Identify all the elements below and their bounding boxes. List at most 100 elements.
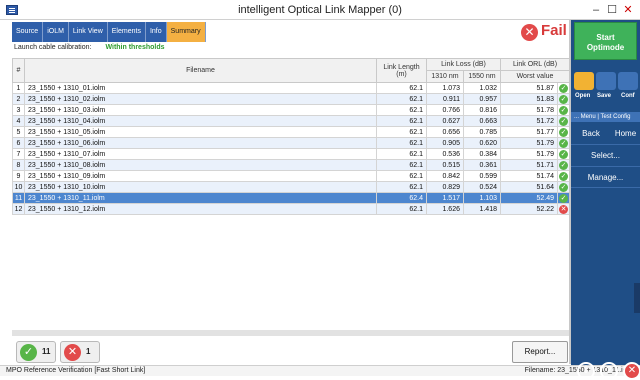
select-button[interactable]: Select... [571, 144, 640, 166]
header-filename[interactable]: Filename [24, 58, 377, 83]
header-loss-1550[interactable]: 1550 nm [463, 70, 501, 83]
calibration-label: Launch cable calibration: [14, 44, 92, 51]
manage-button[interactable]: Manage... [571, 166, 640, 188]
exit-icon[interactable]: ✕ [623, 362, 640, 380]
header-link-length[interactable]: Link Length (m) [376, 58, 427, 83]
header-index: # [12, 58, 25, 83]
check-circle-icon: ✓ [559, 149, 568, 159]
help-icon[interactable]: ? [600, 362, 618, 380]
fail-count-badge[interactable]: ✕ 1 [60, 341, 100, 363]
row-loss-1310: 0.627 [426, 115, 464, 127]
tab-link-view[interactable]: Link View [68, 22, 108, 42]
table-row[interactable]: 2 23_1550 + 1310_02.iolm 62.1 0.911 0.957 51.… [12, 93, 570, 105]
row-link-length: 62.1 [376, 137, 427, 149]
check-circle-icon: ✓ [559, 160, 568, 170]
table-row[interactable]: 6 23_1550 + 1310_06.iolm 62.1 0.905 0.620 51.… [12, 137, 570, 149]
row-loss-1310: 0.905 [426, 137, 464, 149]
row-status: ✓ [557, 115, 570, 127]
calibration-value: Within thresholds [105, 44, 165, 51]
row-orl-worst: 52.49 [500, 192, 558, 204]
menu-breadcrumb[interactable]: ... Menu | Test Config [571, 112, 640, 122]
row-index: 8 [12, 159, 25, 171]
row-filename: 23_1550 + 1310_04.iolm [24, 115, 377, 127]
x-circle-icon: ✕ [521, 24, 538, 41]
row-link-length: 62.4 [376, 192, 427, 204]
row-index: 9 [12, 170, 25, 182]
side-panel: Start Optimode Open Save Conf ... Menu | … [571, 20, 640, 380]
row-status: ✓ [557, 159, 570, 171]
check-circle-icon: ✓ [20, 344, 37, 361]
row-link-length: 62.1 [376, 148, 427, 160]
row-status: ✓ [557, 181, 570, 193]
open-folder-icon[interactable] [574, 72, 594, 90]
tab-bar: Source iOLM Link View Elements Info Summ… [12, 22, 206, 42]
info-icon[interactable]: i [577, 362, 595, 380]
check-circle-icon: ✓ [559, 127, 568, 137]
table-row[interactable]: 8 23_1550 + 1310_08.iolm 62.1 0.515 0.361 51.… [12, 159, 570, 171]
save-disk-icon[interactable] [596, 72, 616, 90]
row-status: ✕ [557, 203, 570, 215]
row-link-length: 62.1 [376, 93, 427, 105]
tab-iolm[interactable]: iOLM [43, 22, 69, 42]
row-loss-1550: 0.524 [463, 181, 501, 193]
back-button[interactable]: Back [571, 124, 611, 144]
row-link-length: 62.1 [376, 126, 427, 138]
row-status: ✓ [557, 137, 570, 149]
row-filename: 23_1550 + 1310_12.iolm [24, 203, 377, 215]
row-filename: 23_1550 + 1310_03.iolm [24, 104, 377, 116]
overall-status: Fail [541, 22, 567, 39]
minimize-button[interactable]: – [588, 2, 604, 18]
report-button[interactable]: Report... [512, 341, 568, 363]
side-scroll-knob[interactable] [634, 283, 640, 313]
table-row[interactable]: 12 23_1550 + 1310_12.iolm 62.1 1.626 1.418 52… [12, 203, 570, 215]
close-button[interactable]: ✕ [620, 2, 636, 18]
row-orl-worst: 51.74 [500, 170, 558, 182]
row-index: 2 [12, 93, 25, 105]
row-loss-1550: 1.103 [463, 192, 501, 204]
header-orl-worst[interactable]: Worst value [500, 70, 570, 83]
header-link-orl: Link ORL (dB) [500, 58, 570, 71]
table-row[interactable]: 4 23_1550 + 1310_04.iolm 62.1 0.627 0.663 51.… [12, 115, 570, 127]
pass-count-badge[interactable]: ✓ 11 [16, 341, 56, 363]
row-index: 11 [12, 192, 25, 204]
tab-elements[interactable]: Elements [107, 22, 146, 42]
header-loss-1310[interactable]: 1310 nm [426, 70, 464, 83]
check-circle-icon: ✓ [559, 193, 568, 203]
table-row[interactable]: 10 23_1550 + 1310_10.iolm 62.1 0.829 0.524 51… [12, 181, 570, 193]
check-circle-icon: ✓ [559, 138, 568, 148]
table-row[interactable]: 11 23_1550 + 1310_11.iolm 62.4 1.517 1.103 52… [12, 192, 570, 204]
row-index: 1 [12, 82, 25, 94]
table-row[interactable]: 7 23_1550 + 1310_07.iolm 62.1 0.536 0.384 51.… [12, 148, 570, 160]
row-status: ✓ [557, 104, 570, 116]
row-filename: 23_1550 + 1310_02.iolm [24, 93, 377, 105]
table-row[interactable]: 5 23_1550 + 1310_05.iolm 62.1 0.656 0.785 51.… [12, 126, 570, 138]
row-filename: 23_1550 + 1310_05.iolm [24, 126, 377, 138]
row-loss-1550: 0.620 [463, 137, 501, 149]
home-button[interactable]: Home [611, 124, 640, 144]
table-row[interactable]: 3 23_1550 + 1310_03.iolm 62.1 0.766 0.816 51.… [12, 104, 570, 116]
row-link-length: 62.1 [376, 203, 427, 215]
tab-summary[interactable]: Summary [166, 22, 206, 42]
row-index: 7 [12, 148, 25, 160]
calibration-status: Launch cable calibration: Within threshol… [14, 44, 165, 51]
horizontal-scrollbar[interactable] [12, 330, 569, 336]
pass-count: 11 [42, 347, 51, 356]
table-row[interactable]: 1 23_1550 + 1310_01.iolm 62.1 1.073 1.032 51.… [12, 82, 570, 94]
row-loss-1550: 1.032 [463, 82, 501, 94]
table-row[interactable]: 9 23_1550 + 1310_09.iolm 62.1 0.842 0.599 51.… [12, 170, 570, 182]
results-table: # Filename Link Length (m) Link Loss (dB)… [12, 58, 570, 215]
row-orl-worst: 51.87 [500, 82, 558, 94]
maximize-button[interactable]: ☐ [604, 2, 620, 18]
row-orl-worst: 51.72 [500, 115, 558, 127]
row-loss-1550: 0.957 [463, 93, 501, 105]
row-loss-1310: 1.073 [426, 82, 464, 94]
tab-source[interactable]: Source [12, 22, 44, 42]
row-filename: 23_1550 + 1310_07.iolm [24, 148, 377, 160]
config-icon[interactable] [618, 72, 638, 90]
row-index: 3 [12, 104, 25, 116]
start-optimode-button[interactable]: Start Optimode [574, 22, 637, 60]
row-index: 6 [12, 137, 25, 149]
row-loss-1310: 0.829 [426, 181, 464, 193]
row-link-length: 62.1 [376, 115, 427, 127]
tab-info[interactable]: Info [145, 22, 167, 42]
